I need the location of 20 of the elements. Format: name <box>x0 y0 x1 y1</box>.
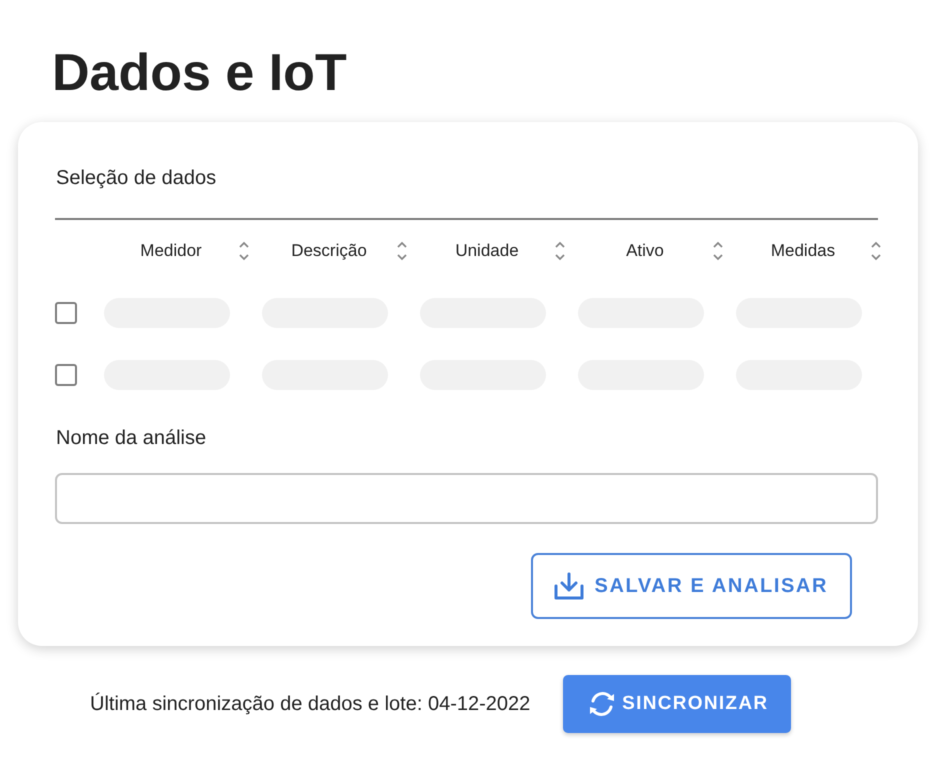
column-header[interactable]: Unidade <box>455 241 519 261</box>
sort-icon[interactable] <box>238 239 250 263</box>
field-label: Nome da análise <box>56 426 206 450</box>
download-icon <box>552 571 584 601</box>
save-analyze-button[interactable]: SALVAR E ANALISAR <box>530 553 852 619</box>
sort-icon[interactable] <box>396 239 408 263</box>
column-header[interactable]: Descrição <box>291 241 367 261</box>
sort-icon[interactable] <box>870 239 882 263</box>
sync-button[interactable]: SINCRONIZAR <box>563 675 792 733</box>
section-title: Seleção de dados <box>56 166 216 190</box>
column-header[interactable]: Medidor <box>140 241 202 261</box>
row-checkbox[interactable] <box>55 364 77 386</box>
column-header[interactable]: Ativo <box>626 241 664 261</box>
analysis-name-field[interactable] <box>55 473 878 524</box>
row-checkbox[interactable] <box>55 302 77 324</box>
sort-icon[interactable] <box>712 239 724 263</box>
sync-status-text: Última sincronização de dados e lote: 04-12-2022 <box>90 692 530 716</box>
sort-icon[interactable] <box>554 239 566 263</box>
page-title: Dados e IoT <box>52 43 347 104</box>
column-header[interactable]: Medidas <box>770 241 836 261</box>
